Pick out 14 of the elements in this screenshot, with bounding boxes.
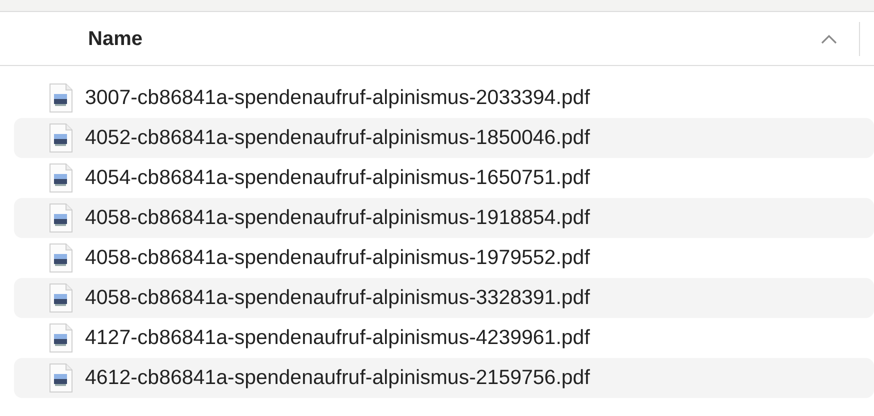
- pdf-file-icon: [49, 163, 73, 193]
- pdf-file-icon: [49, 203, 73, 233]
- file-name[interactable]: 3007-cb86841a-spendenaufruf-alpinismus-2033394.pdf: [85, 82, 590, 114]
- pdf-file-icon: [49, 123, 73, 153]
- pdf-file-icon: [49, 283, 73, 313]
- pdf-file-icon: [49, 83, 73, 113]
- file-name[interactable]: 4054-cb86841a-spendenaufruf-alpinismus-1650751.pdf: [85, 162, 590, 194]
- file-name[interactable]: 4127-cb86841a-spendenaufruf-alpinismus-4239961.pdf: [85, 322, 590, 354]
- pdf-file-icon: [49, 363, 73, 393]
- file-name[interactable]: 4058-cb86841a-spendenaufruf-alpinismus-1979552.pdf: [85, 242, 590, 274]
- chevron-up-icon[interactable]: [821, 34, 837, 44]
- pdf-file-icon: [49, 243, 73, 273]
- column-header[interactable]: Name: [88, 24, 142, 54]
- pdf-file-icon: [49, 323, 73, 353]
